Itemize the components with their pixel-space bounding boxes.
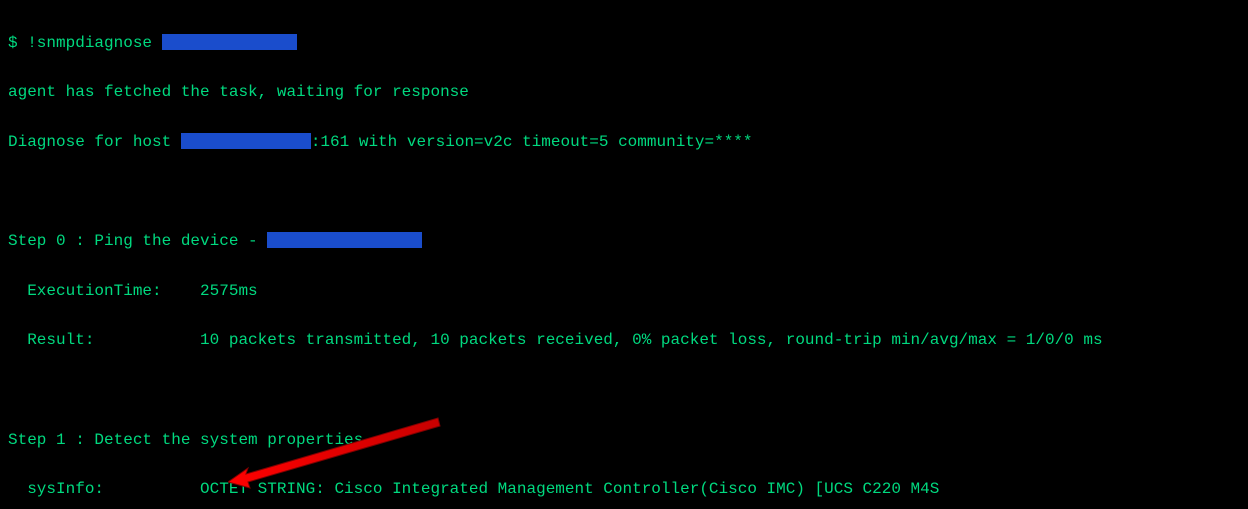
blank-line (8, 378, 1240, 403)
redacted-host (181, 133, 311, 149)
label: sysInfo: (8, 480, 200, 498)
step0-result: Result: 10 packets transmitted, 10 packe… (8, 328, 1240, 353)
command-line: $ !snmpdiagnose (8, 31, 1240, 56)
step0-title: Step 0 : Ping the device - (8, 229, 1240, 254)
text: Step 0 : Ping the device - (8, 232, 267, 250)
text: :161 with version=v2c timeout=5 communit… (311, 133, 753, 151)
command-text: !snmpdiagnose (27, 34, 161, 52)
output-line: agent has fetched the task, waiting for … (8, 80, 1240, 105)
value: OCTET STRING: Cisco Integrated Managemen… (200, 480, 939, 498)
label: Result: (8, 331, 200, 349)
step1-sysinfo: sysInfo: OCTET STRING: Cisco Integrated … (8, 477, 1240, 502)
terminal-output: $ !snmpdiagnose agent has fetched the ta… (0, 0, 1248, 509)
prompt: $ (8, 34, 27, 52)
redacted-host (267, 232, 422, 248)
step0-exec: ExecutionTime: 2575ms (8, 279, 1240, 304)
value: 2575ms (200, 282, 258, 300)
step1-title: Step 1 : Detect the system properties (8, 428, 1240, 453)
blank-line (8, 180, 1240, 205)
output-line: Diagnose for host :161 with version=v2c … (8, 130, 1240, 155)
label: ExecutionTime: (8, 282, 200, 300)
text: Diagnose for host (8, 133, 181, 151)
value: 10 packets transmitted, 10 packets recei… (200, 331, 1103, 349)
redacted-arg (162, 34, 297, 50)
